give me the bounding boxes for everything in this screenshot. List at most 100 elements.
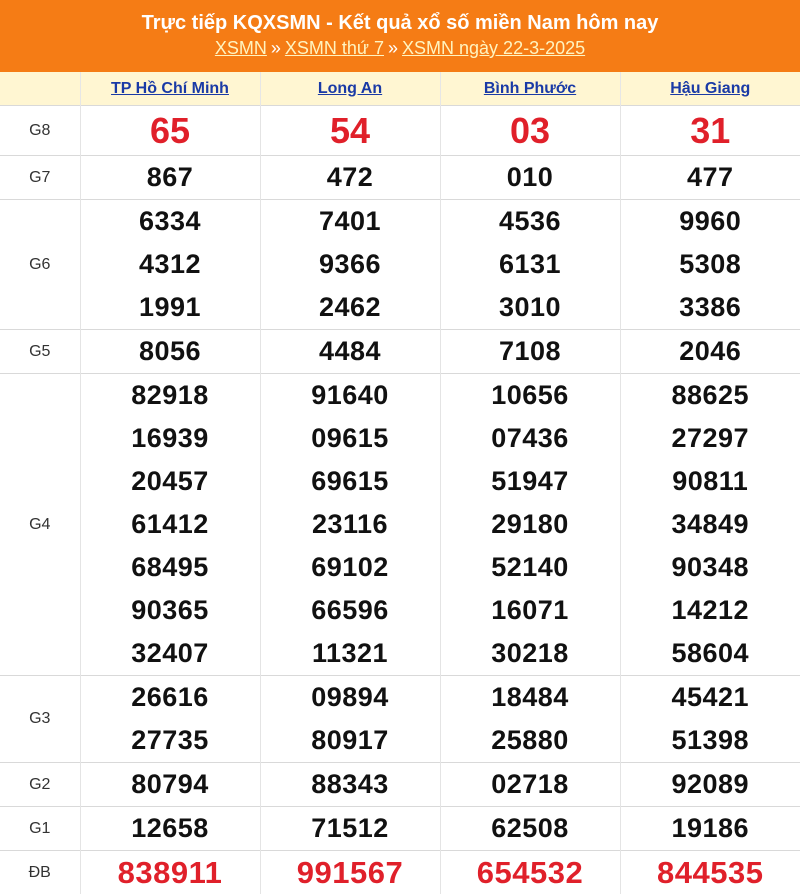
prize-label: G7 xyxy=(0,156,80,200)
result-stack: 654532 xyxy=(441,851,620,894)
result-cell: 19186 xyxy=(620,807,800,851)
result-number: 991567 xyxy=(261,851,440,894)
result-number: 91640 xyxy=(261,374,440,417)
result-number: 02718 xyxy=(441,763,620,806)
result-number: 8056 xyxy=(81,330,260,373)
result-number: 16939 xyxy=(81,417,260,460)
result-number: 472 xyxy=(261,156,440,199)
prize-label: ĐB xyxy=(0,851,80,894)
result-stack: 62508 xyxy=(441,807,620,850)
breadcrumb-xsmn-thu-7[interactable]: XSMN thứ 7 xyxy=(285,38,384,58)
result-number: 4312 xyxy=(81,243,260,286)
result-number: 58604 xyxy=(621,632,800,675)
result-number: 09894 xyxy=(261,676,440,719)
result-number: 61412 xyxy=(81,503,260,546)
prize-row-db: ĐB838911991567654532844535 xyxy=(0,851,800,894)
province-link-long-an[interactable]: Long An xyxy=(318,80,382,97)
breadcrumb-xsmn-date[interactable]: XSMN ngày 22-3-2025 xyxy=(402,38,585,58)
result-cell: 92089 xyxy=(620,763,800,807)
result-cell: 7108 xyxy=(440,330,620,374)
result-stack: 633443121991 xyxy=(81,200,260,329)
province-header: Bình Phước xyxy=(440,72,620,106)
result-number: 10656 xyxy=(441,374,620,417)
prize-row-g2: G280794883430271892089 xyxy=(0,763,800,807)
result-number: 9960 xyxy=(621,200,800,243)
province-link-ho-chi-minh[interactable]: TP Hồ Chí Minh xyxy=(111,80,229,97)
prize-row-g3: G326616277350989480917184842588045421513… xyxy=(0,676,800,763)
result-stack: 2046 xyxy=(621,330,800,373)
result-cell: 4484 xyxy=(260,330,440,374)
result-number: 27297 xyxy=(621,417,800,460)
result-number: 90365 xyxy=(81,589,260,632)
result-cell: 838911 xyxy=(80,851,260,894)
result-number: 69615 xyxy=(261,460,440,503)
result-stack: 7108 xyxy=(441,330,620,373)
result-stack: 10656074365194729180521401607130218 xyxy=(441,374,620,675)
prize-label: G8 xyxy=(0,106,80,156)
province-link-binh-phuoc[interactable]: Bình Phước xyxy=(484,80,576,97)
result-stack: 88625272979081134849903481421258604 xyxy=(621,374,800,675)
prize-label: G5 xyxy=(0,330,80,374)
result-number: 654532 xyxy=(441,851,620,894)
result-number: 69102 xyxy=(261,546,440,589)
result-cell: 472 xyxy=(260,156,440,200)
prize-row-g7: G7867472010477 xyxy=(0,156,800,200)
result-number: 68495 xyxy=(81,546,260,589)
prize-row-g4: G482918169392045761412684959036532407916… xyxy=(0,374,800,676)
result-cell: 2046 xyxy=(620,330,800,374)
result-number: 4536 xyxy=(441,200,620,243)
result-number: 11321 xyxy=(261,632,440,675)
result-number: 34849 xyxy=(621,503,800,546)
prize-body: G865540331G7867472010477G663344312199174… xyxy=(0,106,800,894)
result-number: 88343 xyxy=(261,763,440,806)
result-stack: 03 xyxy=(441,106,620,155)
result-number: 16071 xyxy=(441,589,620,632)
province-header: Hậu Giang xyxy=(620,72,800,106)
result-number: 62508 xyxy=(441,807,620,850)
result-cell: 010 xyxy=(440,156,620,200)
result-number: 80794 xyxy=(81,763,260,806)
result-stack: 71512 xyxy=(261,807,440,850)
result-stack: 740193662462 xyxy=(261,200,440,329)
result-cell: 88625272979081134849903481421258604 xyxy=(620,374,800,676)
breadcrumb-xsmn[interactable]: XSMN xyxy=(215,38,267,58)
breadcrumb-separator: » xyxy=(384,38,402,58)
result-number: 66596 xyxy=(261,589,440,632)
result-number: 18484 xyxy=(441,676,620,719)
breadcrumb-separator: » xyxy=(267,38,285,58)
result-stack: 453661313010 xyxy=(441,200,620,329)
result-stack: 991567 xyxy=(261,851,440,894)
result-number: 867 xyxy=(81,156,260,199)
result-cell: 844535 xyxy=(620,851,800,894)
result-cell: 633443121991 xyxy=(80,200,260,330)
result-number: 45421 xyxy=(621,676,800,719)
result-number: 14212 xyxy=(621,589,800,632)
result-cell: 71512 xyxy=(260,807,440,851)
result-stack: 1848425880 xyxy=(441,676,620,762)
result-number: 52140 xyxy=(441,546,620,589)
result-number: 838911 xyxy=(81,851,260,894)
result-number: 6131 xyxy=(441,243,620,286)
result-number: 2462 xyxy=(261,286,440,329)
prize-row-g6: G663344312199174019366246245366131301099… xyxy=(0,200,800,330)
result-cell: 54 xyxy=(260,106,440,156)
result-number: 26616 xyxy=(81,676,260,719)
result-stack: 867 xyxy=(81,156,260,199)
result-number: 54 xyxy=(261,106,440,155)
prize-row-g8: G865540331 xyxy=(0,106,800,156)
prize-label: G2 xyxy=(0,763,80,807)
result-number: 30218 xyxy=(441,632,620,675)
province-header: Long An xyxy=(260,72,440,106)
result-stack: 02718 xyxy=(441,763,620,806)
result-number: 010 xyxy=(441,156,620,199)
result-cell: 80794 xyxy=(80,763,260,807)
result-cell: 477 xyxy=(620,156,800,200)
result-cell: 991567 xyxy=(260,851,440,894)
result-number: 7108 xyxy=(441,330,620,373)
result-number: 82918 xyxy=(81,374,260,417)
province-link-hau-giang[interactable]: Hậu Giang xyxy=(670,80,750,97)
result-cell: 867 xyxy=(80,156,260,200)
result-stack: 82918169392045761412684959036532407 xyxy=(81,374,260,675)
result-cell: 996053083386 xyxy=(620,200,800,330)
result-cell: 654532 xyxy=(440,851,620,894)
